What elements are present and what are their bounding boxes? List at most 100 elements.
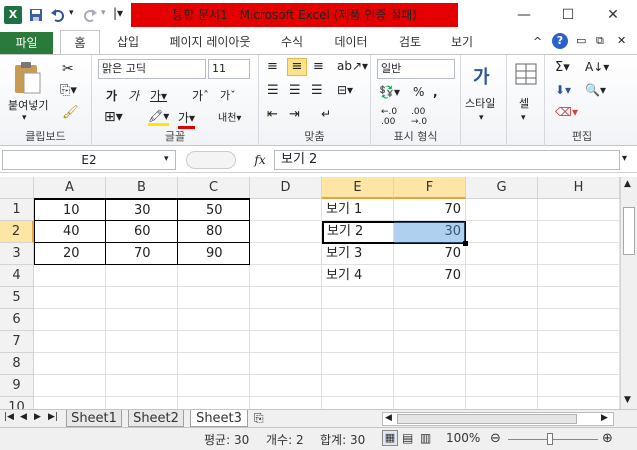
wrap-text-icon[interactable]: ↵ <box>321 107 331 121</box>
cell-A6[interactable] <box>34 309 106 331</box>
decrease-indent-icon[interactable]: ⇤ <box>267 107 278 122</box>
cell-A8[interactable] <box>34 353 106 375</box>
cell-C3[interactable]: 90 <box>178 243 250 265</box>
cell-C9[interactable] <box>178 375 250 397</box>
font-size-dropdown[interactable]: 11 <box>208 59 250 79</box>
cell-A4[interactable] <box>34 265 106 287</box>
vertical-scroll-thumb[interactable] <box>623 207 635 255</box>
cell-B4[interactable] <box>106 265 178 287</box>
cell-C1[interactable]: 50 <box>178 199 250 221</box>
normal-view-icon[interactable]: ▦ <box>382 430 398 446</box>
cell-D4[interactable] <box>250 265 322 287</box>
cell-C6[interactable] <box>178 309 250 331</box>
cells-icon[interactable] <box>515 63 537 85</box>
cell-G4[interactable] <box>466 265 538 287</box>
cell-A5[interactable] <box>34 287 106 309</box>
decrease-decimal-icon[interactable]: .00 →.0 <box>411 107 427 127</box>
cell-B1[interactable]: 30 <box>106 199 178 221</box>
cell-F1[interactable]: 70 <box>394 199 466 221</box>
name-box-dropdown-icon[interactable]: ▾ <box>164 154 169 164</box>
tab-data[interactable]: 데이터 <box>326 30 376 54</box>
last-sheet-icon[interactable]: ▶| <box>48 412 58 422</box>
cell-F8[interactable] <box>394 353 466 375</box>
select-all-button[interactable] <box>0 177 34 199</box>
percent-icon[interactable]: % <box>413 85 424 99</box>
cell-E3[interactable]: 보기 3 <box>322 243 394 265</box>
fill-icon[interactable]: ⬇▾ <box>555 83 571 97</box>
align-center-icon[interactable]: ☰ <box>289 83 301 98</box>
cell-D8[interactable] <box>250 353 322 375</box>
borders-icon[interactable]: ⊞▾ <box>104 109 123 125</box>
cell-E4[interactable]: 보기 4 <box>322 265 394 287</box>
cells-dropdown-icon[interactable]: ▾ <box>521 113 526 123</box>
paste-button[interactable]: 붙여넣기 <box>8 97 48 113</box>
sort-filter-icon[interactable]: A↓▾ <box>585 60 609 74</box>
cell-F4[interactable]: 70 <box>394 265 466 287</box>
vertical-scrollbar[interactable]: ▲ ▼ <box>620 177 637 409</box>
clear-icon[interactable]: ⌫▾ <box>555 105 578 119</box>
cell-G5[interactable] <box>466 287 538 309</box>
cell-H8[interactable] <box>538 353 620 375</box>
cell-F3[interactable]: 70 <box>394 243 466 265</box>
workbook-restore-icon[interactable]: ⧉ <box>596 34 604 48</box>
row-header-1[interactable]: 1 <box>0 199 34 221</box>
scroll-right-icon[interactable]: ▶ <box>601 413 608 423</box>
grow-font-icon[interactable]: 가ˆ <box>192 87 209 104</box>
row-header-3[interactable]: 3 <box>0 243 34 265</box>
cell-H7[interactable] <box>538 331 620 353</box>
undo-icon[interactable] <box>50 7 66 23</box>
help-icon[interactable]: ? <box>552 33 568 49</box>
font-color-icon[interactable]: 가▾ <box>178 109 196 129</box>
shrink-font-icon[interactable]: 가ˇ <box>220 87 236 103</box>
cell-B5[interactable] <box>106 287 178 309</box>
name-box[interactable]: E2 <box>2 150 176 170</box>
row-header-5[interactable]: 5 <box>0 287 34 309</box>
cell-H1[interactable] <box>538 199 620 221</box>
increase-decimal-icon[interactable]: ←.0.00 <box>381 107 397 127</box>
cell-E7[interactable] <box>322 331 394 353</box>
cell-D9[interactable] <box>250 375 322 397</box>
row-header-6[interactable]: 6 <box>0 309 34 331</box>
cell-H3[interactable] <box>538 243 620 265</box>
cell-D2[interactable] <box>250 221 322 243</box>
tab-home[interactable]: 홈 <box>60 30 100 55</box>
workbook-minimize-icon[interactable]: ▭ <box>576 34 586 47</box>
cell-B2[interactable]: 60 <box>106 221 178 243</box>
row-header-8[interactable]: 8 <box>0 353 34 375</box>
scroll-left-icon[interactable]: ◀ <box>385 413 392 423</box>
cell-G7[interactable] <box>466 331 538 353</box>
collapse-ribbon-icon[interactable]: ^ <box>533 35 542 48</box>
cell-H4[interactable] <box>538 265 620 287</box>
cell-B9[interactable] <box>106 375 178 397</box>
cell-C7[interactable] <box>178 331 250 353</box>
insert-sheet-icon[interactable]: ⎘ <box>254 411 264 426</box>
align-middle-icon[interactable]: ≡ <box>287 58 307 76</box>
tab-insert[interactable]: 삽입 <box>108 30 148 54</box>
cell-G1[interactable] <box>466 199 538 221</box>
tab-formulas[interactable]: 수식 <box>272 30 312 54</box>
cell-G3[interactable] <box>466 243 538 265</box>
tab-page-layout[interactable]: 페이지 레이아웃 <box>160 30 260 54</box>
cell-E5[interactable] <box>322 287 394 309</box>
increase-indent-icon[interactable]: ⇥ <box>289 107 300 122</box>
autosum-icon[interactable]: Σ▾ <box>555 60 570 75</box>
close-button[interactable]: ✕ <box>598 5 628 25</box>
cell-E8[interactable] <box>322 353 394 375</box>
align-bottom-icon[interactable]: ≡ <box>313 59 324 74</box>
cell-A7[interactable] <box>34 331 106 353</box>
column-header-H[interactable]: H <box>538 177 620 199</box>
tab-file[interactable]: 파일 <box>0 32 53 54</box>
cell-A1[interactable]: 10 <box>34 199 106 221</box>
row-header-2[interactable]: 2 <box>0 221 34 243</box>
cell-G8[interactable] <box>466 353 538 375</box>
cut-icon[interactable]: ✂ <box>62 61 74 77</box>
cell-G2[interactable] <box>466 221 538 243</box>
accounting-format-icon[interactable]: 💱▾ <box>379 85 400 99</box>
save-icon[interactable] <box>28 7 44 23</box>
paste-icon[interactable] <box>12 61 42 95</box>
cell-F6[interactable] <box>394 309 466 331</box>
cell-B3[interactable]: 70 <box>106 243 178 265</box>
format-painter-icon[interactable]: 🖌 <box>62 105 79 120</box>
redo-icon[interactable] <box>82 7 98 23</box>
formula-bar-slider[interactable] <box>186 151 236 169</box>
